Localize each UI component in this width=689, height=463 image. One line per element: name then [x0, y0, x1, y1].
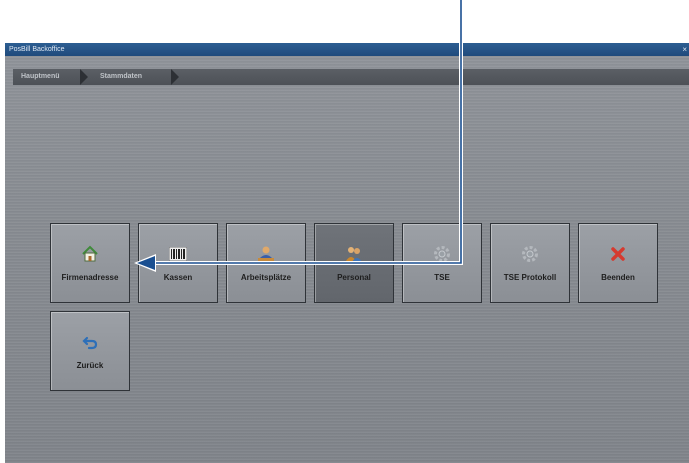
house-icon [51, 244, 129, 264]
tile-label: Personal [337, 273, 371, 282]
breadcrumb-separator-icon [80, 69, 88, 85]
breadcrumb: Hauptmenü Stammdaten [13, 69, 689, 85]
tile-tse[interactable]: TSE [402, 223, 482, 303]
tile-kassen[interactable]: Kassen [138, 223, 218, 303]
tile-arbeitsplaetze[interactable]: Arbeitsplätze [226, 223, 306, 303]
people-icon [315, 244, 393, 264]
app-window: PosBill Backoffice × Hauptmenü Stammdate… [5, 43, 689, 463]
breadcrumb-item-hauptmenu[interactable]: Hauptmenü [21, 69, 60, 85]
tile-tse-protokoll[interactable]: TSE Protokoll [490, 223, 570, 303]
close-icon [579, 244, 657, 264]
gear-icon [491, 244, 569, 264]
tile-label: Beenden [601, 273, 635, 282]
window-close-icon[interactable]: × [682, 43, 687, 56]
workstation-icon [227, 244, 305, 264]
tile-personal[interactable]: Personal [314, 223, 394, 303]
tile-label: TSE [434, 273, 450, 282]
title-bar: PosBill Backoffice × [5, 43, 689, 56]
tile-firmenadresse[interactable]: Firmenadresse [50, 223, 130, 303]
tile-zurueck[interactable]: Zurück [50, 311, 130, 391]
tile-label: Arbeitsplätze [240, 273, 292, 282]
tile-label: Kassen [163, 273, 193, 282]
window-title: PosBill Backoffice [9, 46, 65, 53]
gear-icon [403, 244, 481, 264]
tile-label: Zurück [76, 361, 104, 370]
back-arrow-icon [51, 332, 129, 352]
breadcrumb-separator-icon [171, 69, 179, 85]
barcode-icon [139, 244, 217, 264]
breadcrumb-item-stammdaten[interactable]: Stammdaten [100, 69, 142, 85]
tile-beenden[interactable]: Beenden [578, 223, 658, 303]
tile-label: Firmenadresse [61, 273, 119, 282]
tile-label: TSE Protokoll [503, 273, 557, 282]
